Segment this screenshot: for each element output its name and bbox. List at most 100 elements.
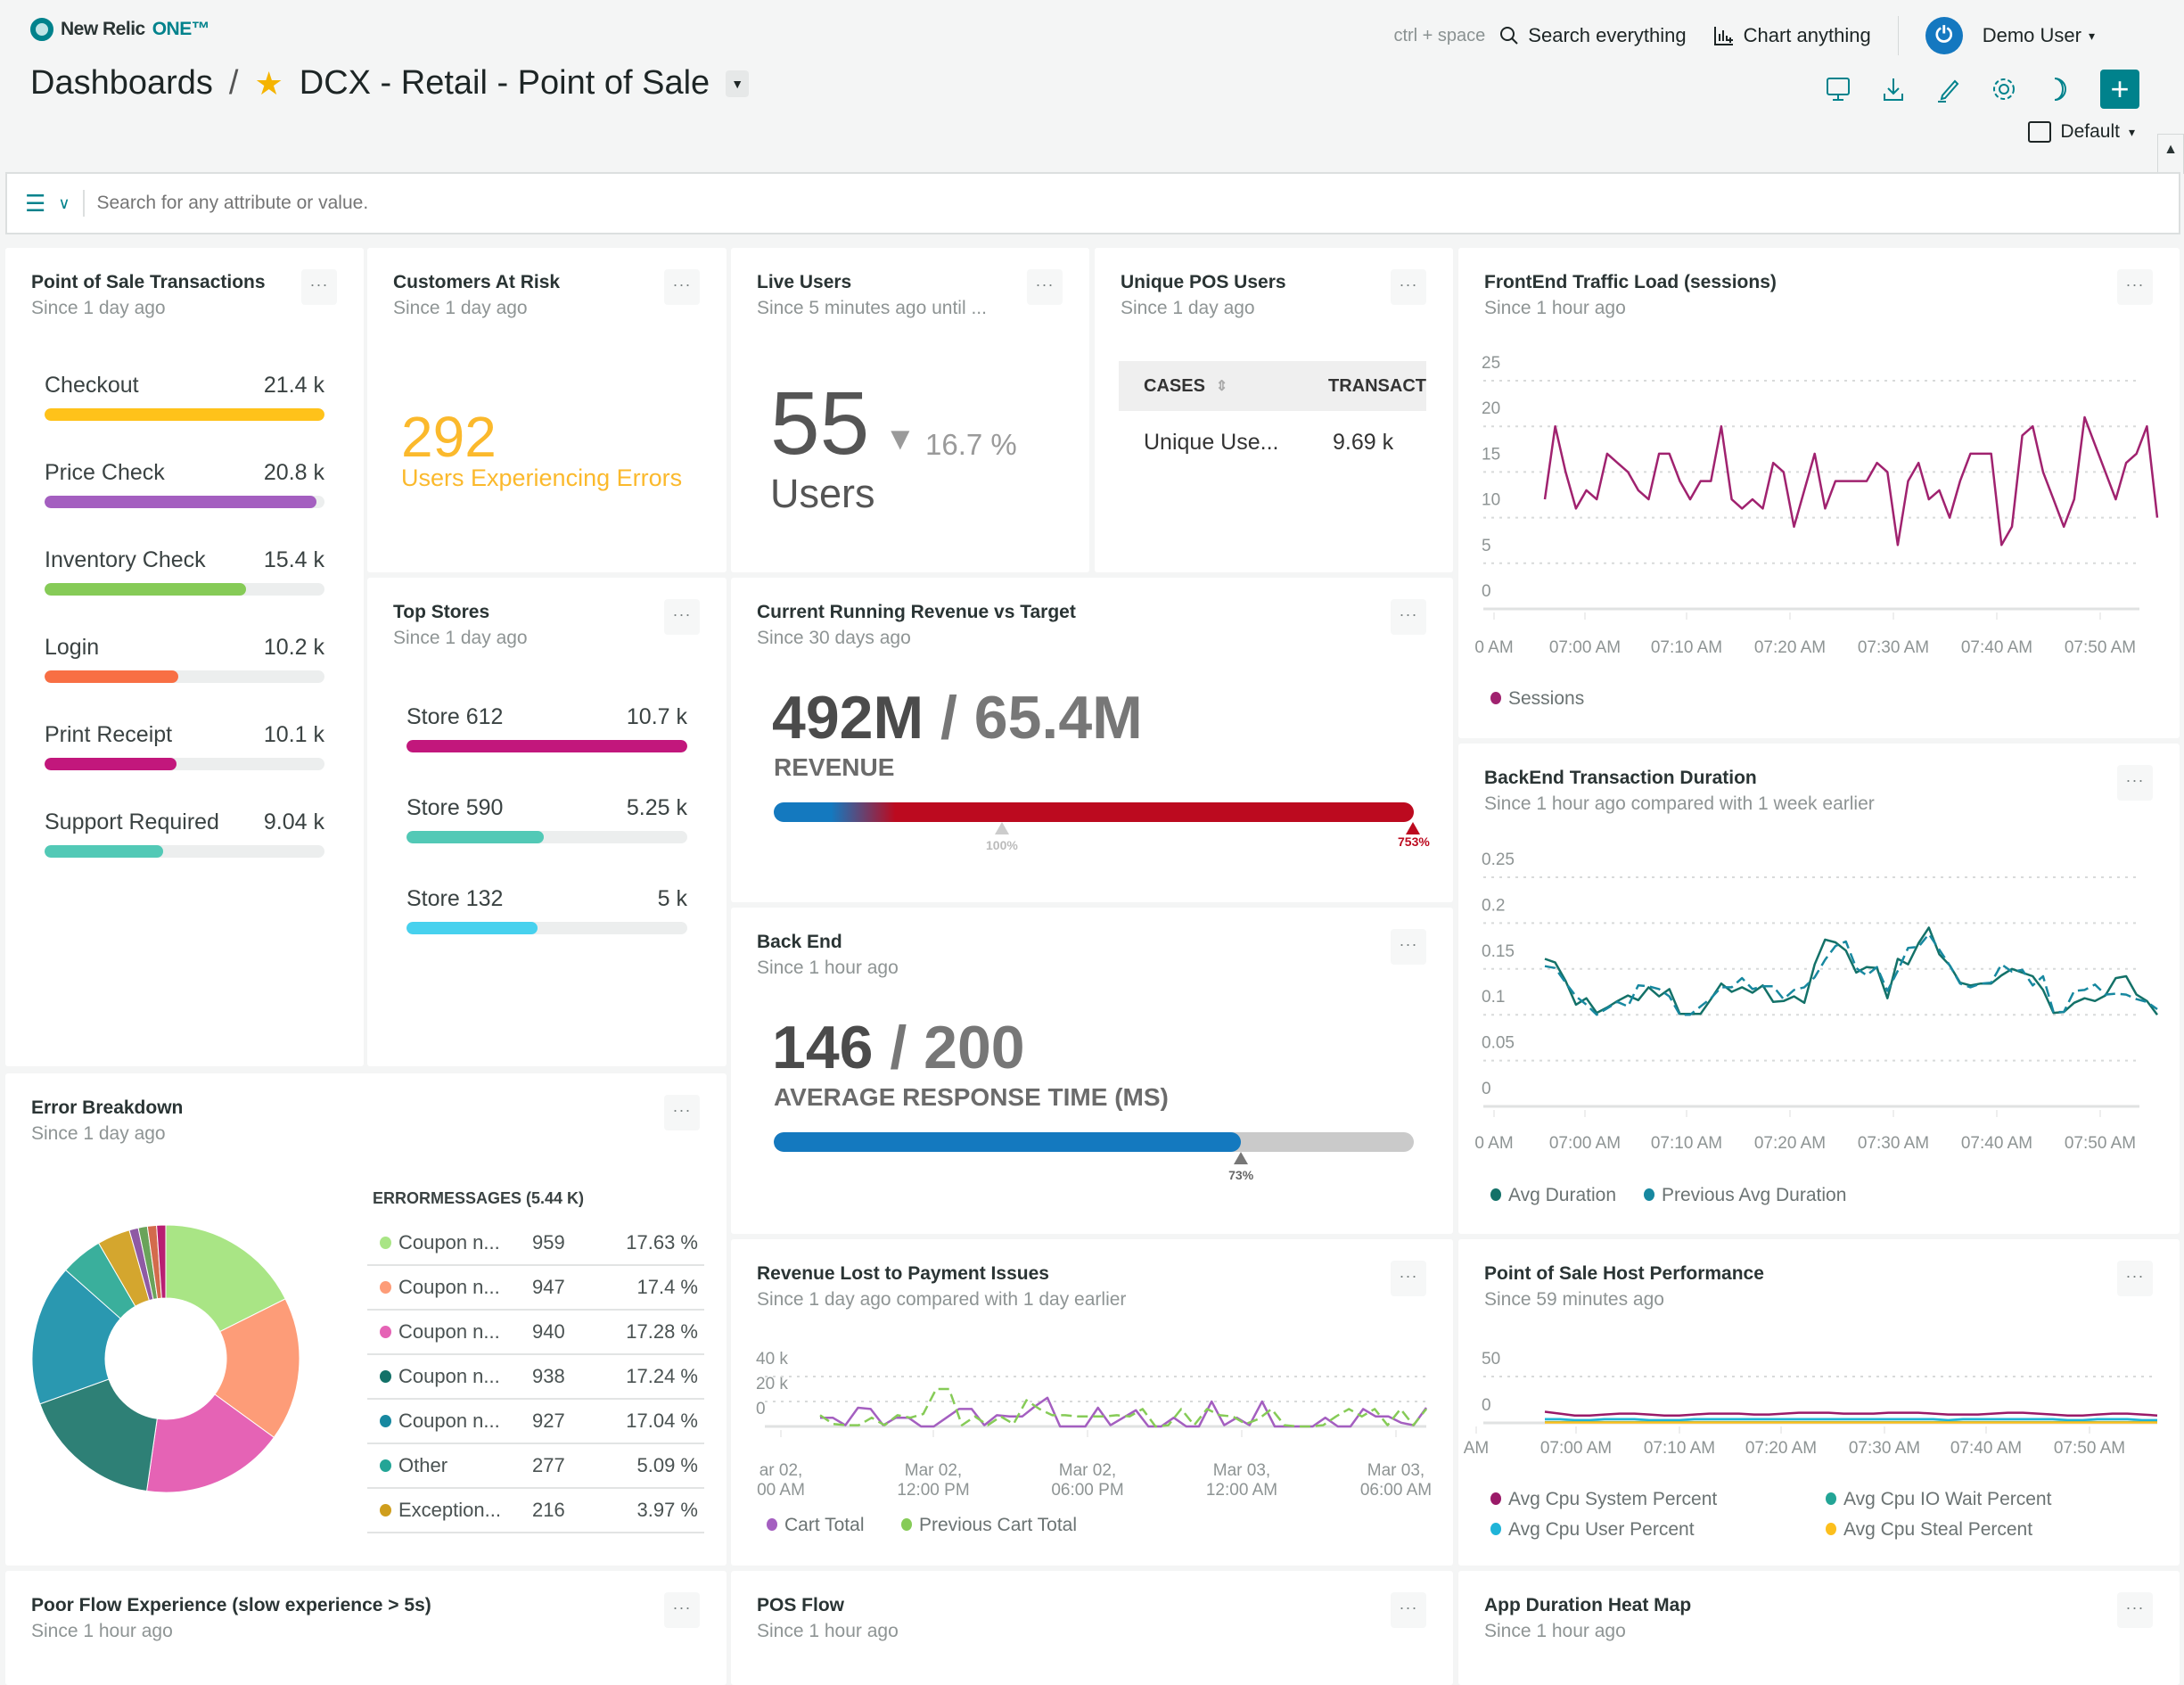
widget-more-menu-button[interactable]: ··· <box>1391 929 1426 965</box>
legend-label: Sessions <box>1508 688 1584 709</box>
legend-table-row[interactable]: Other 277 5.09 % <box>367 1444 704 1489</box>
value-marker-icon <box>1234 1152 1249 1164</box>
legend-label: Coupon n... <box>398 1320 500 1343</box>
widget-subtitle: Since 1 day ago <box>1121 298 1255 318</box>
dashboard-menu-chevron-icon[interactable]: ▼ <box>726 70 750 97</box>
legend-dot <box>380 1370 391 1383</box>
bar-list-item[interactable]: Checkout 21.4 k <box>45 373 324 421</box>
widget-more-menu-button[interactable]: ··· <box>2117 1592 2153 1628</box>
download-icon[interactable] <box>1879 76 1908 103</box>
bar-label: Print Receipt <box>45 722 173 747</box>
search-everything-label: Search everything <box>1528 24 1687 46</box>
widget-more-menu-button[interactable]: ··· <box>1391 599 1426 635</box>
bar-list-item[interactable]: Store 590 5.25 k <box>406 795 687 843</box>
bar-track <box>45 583 324 596</box>
breadcrumb-dashboards-link[interactable]: Dashboards <box>30 64 213 103</box>
legend-table-row[interactable]: Coupon n... 927 17.04 % <box>367 1400 704 1444</box>
x-tick-label: 07:20 AM <box>1754 638 1826 657</box>
legend-dot <box>1826 1492 1836 1505</box>
y-tick-label: 20 <box>1482 399 1500 418</box>
tv-mode-icon[interactable] <box>1824 76 1852 103</box>
user-name: Demo User <box>1982 24 2081 46</box>
widget-more-menu-button[interactable]: ··· <box>1391 1592 1426 1628</box>
add-widget-button[interactable]: + <box>2100 70 2139 109</box>
x-tick-label: 06:00 PM <box>1051 1481 1123 1500</box>
billboard-bar-list: Checkout 21.4 k Price Check 20.8 k Inventory… <box>45 373 324 897</box>
search-icon <box>1500 27 1519 45</box>
bar-value: 5.25 k <box>626 795 687 820</box>
dark-mode-moon-icon[interactable] <box>2045 76 2073 103</box>
widget-more-menu-button[interactable]: ··· <box>301 269 337 305</box>
widget-title: Live Users <box>757 272 852 292</box>
time-picker[interactable]: Default ▾ <box>2028 121 2135 143</box>
y-tick-label: 0.2 <box>1482 896 1505 915</box>
widget-more-menu-button[interactable]: ··· <box>664 269 700 305</box>
widget-subtitle: Since 1 hour ago <box>1484 1621 1626 1641</box>
page-title: DCX - Retail - Point of Sale <box>299 64 710 102</box>
bar-list-item[interactable]: Print Receipt 10.1 k <box>45 722 324 770</box>
value-marker-icon <box>1406 822 1420 834</box>
x-tick-label: 07:10 AM <box>1651 1134 1722 1153</box>
pie-chart <box>32 1225 300 1493</box>
legend-table-row[interactable]: Exception... 216 3.97 % <box>367 1489 704 1533</box>
bar-fill <box>406 831 545 843</box>
chart-anything-button[interactable]: Chart anything <box>1713 24 1871 47</box>
widget-more-menu-button[interactable]: ··· <box>664 1095 700 1130</box>
new-relic-logo[interactable]: New Relic ONE™ <box>30 18 210 41</box>
bar-list-item[interactable]: Store 612 10.7 k <box>406 704 687 752</box>
widget-host-performance: Point of Sale Host Performance Since 59 … <box>1458 1239 2180 1566</box>
chevron-up-icon: ▲ <box>2163 142 2178 157</box>
series-line-avg-duration <box>1544 926 2158 1015</box>
y-tick-label: 0.05 <box>1482 1034 1515 1053</box>
widget-more-menu-button[interactable]: ··· <box>1027 269 1063 305</box>
settings-gear-icon[interactable] <box>1990 76 2018 103</box>
bar-label: Support Required <box>45 810 219 834</box>
y-tick-label: 25 <box>1482 354 1500 373</box>
legend-label: Avg Cpu IO Wait Percent <box>1843 1489 2052 1509</box>
bar-list-item[interactable]: Support Required 9.04 k <box>45 810 324 858</box>
legend-table-row[interactable]: Coupon n... 938 17.24 % <box>367 1355 704 1400</box>
chevron-down-icon[interactable]: ∨ <box>58 194 70 213</box>
widget-pos-flow: POS Flow Since 1 hour ago ··· <box>731 1571 1453 1685</box>
widget-title: Unique POS Users <box>1121 272 1286 292</box>
column-header-cases[interactable]: CASES ⇕ <box>1119 376 1328 397</box>
bar-list-item[interactable]: Login 10.2 k <box>45 635 324 683</box>
bar-list-item[interactable]: Price Check 20.8 k <box>45 460 324 508</box>
bar-fill <box>45 496 317 508</box>
collapse-header-button[interactable]: ▲ <box>2157 134 2184 174</box>
bar-track <box>406 831 687 843</box>
user-menu[interactable]: ⏻ Demo User ▾ <box>1925 17 2095 54</box>
table-cell: Unique Use... <box>1144 429 1279 455</box>
bar-list-item[interactable]: Store 132 5 k <box>406 886 687 934</box>
data-table: CASES ⇕ TRANSACT Unique Use... 9.69 k <box>1119 361 1426 473</box>
bar-list-item[interactable]: Inventory Check 15.4 k <box>45 547 324 596</box>
widget-more-menu-button[interactable]: ··· <box>664 599 700 635</box>
legend-table-row[interactable]: Coupon n... 959 17.63 % <box>367 1221 704 1266</box>
widget-more-menu-button[interactable]: ··· <box>1391 269 1426 305</box>
y-tick-label: 15 <box>1482 445 1500 464</box>
filter-icon[interactable]: ☰ <box>25 190 45 218</box>
legend-table-row[interactable]: Coupon n... 947 17.4 % <box>367 1266 704 1311</box>
chart-anything-label: Chart anything <box>1743 24 1871 46</box>
widget-more-menu-button[interactable]: ··· <box>664 1592 700 1628</box>
bar-value: 21.4 k <box>263 373 324 398</box>
billboard-bar-list: Store 612 10.7 k Store 590 5.25 k Store 132 5… <box>406 704 687 977</box>
y-tick-label: 0 <box>756 1400 766 1418</box>
bullet-bar-track <box>774 1132 1414 1152</box>
favorite-star-icon[interactable]: ★ <box>254 65 283 103</box>
x-tick-label: 07:30 AM <box>1858 638 1929 657</box>
legend-dot <box>901 1518 912 1531</box>
filter-search-input[interactable] <box>96 193 810 214</box>
widget-title: Point of Sale Transactions <box>31 272 266 292</box>
line-chart: 0 50 AM 07:00 AM 07:10 AM 07:20 AM 07:30 AM 07:… <box>1464 1350 2158 1540</box>
line-chart: 0 5 10 15 20 25 0 AM 07:00 AM 07:10 AM 07:20 AM 07… <box>1474 354 2159 709</box>
sort-icon: ⇕ <box>1215 379 1228 394</box>
bar-fill <box>406 740 687 752</box>
legend-table-row[interactable]: Coupon n... 940 17.28 % <box>367 1311 704 1355</box>
legend-label: Previous Avg Duration <box>1662 1185 1846 1205</box>
column-header-transact[interactable]: TRANSACT <box>1328 376 1426 397</box>
widget-top-stores: Top Stores Since 1 day ago ··· Store 612… <box>367 578 727 1066</box>
edit-pencil-icon[interactable] <box>1934 76 1963 103</box>
search-everything-button[interactable]: Search everything <box>1499 24 1687 47</box>
x-tick-label: 0 AM <box>1474 638 1513 657</box>
